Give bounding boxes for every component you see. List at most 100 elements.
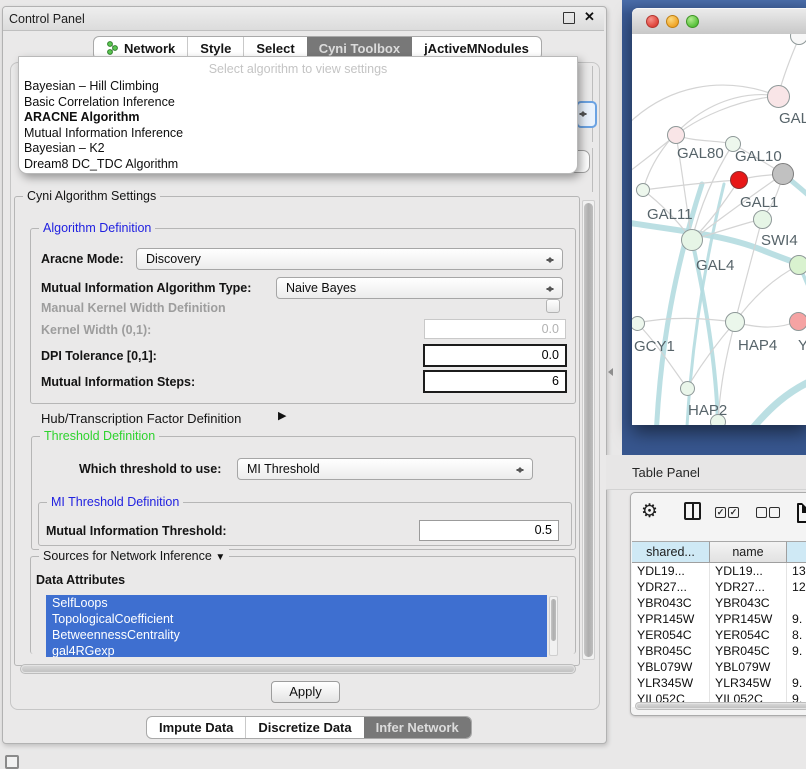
node-label: Y: [798, 337, 806, 354]
table-row[interactable]: YBR045CYBR045C9.: [632, 643, 806, 659]
dpi-tolerance-label: DPI Tolerance [0,1]:: [41, 349, 157, 363]
mi-steps-label: Mutual Information Steps:: [41, 375, 195, 389]
mi-threshold-group-title: MI Threshold Definition: [47, 495, 183, 509]
dpi-tolerance-field[interactable]: 0.0: [423, 344, 567, 367]
attribute-list-item[interactable]: gal4RGexp: [46, 643, 547, 657]
algorithm-dropdown-list: Bayesian – Hill ClimbingBasic Correlatio…: [19, 79, 577, 173]
network-node[interactable]: [681, 229, 703, 251]
apply-button[interactable]: Apply: [271, 681, 340, 703]
node-label: GAL4: [696, 257, 734, 274]
table-row[interactable]: YDR27...YDR27...12: [632, 579, 806, 595]
gear-icon[interactable]: ⚙: [641, 502, 658, 521]
kernel-width-field[interactable]: 0.0: [424, 319, 566, 339]
network-node[interactable]: [730, 171, 748, 189]
hub-definition-toggle[interactable]: Hub/Transcription Factor Definition: [41, 411, 241, 426]
algorithm-option[interactable]: Mutual Information Inference: [19, 126, 577, 142]
node-label: HAP4: [738, 337, 777, 354]
attribute-list-scrollbar[interactable]: [549, 596, 558, 656]
column-header[interactable]: name: [710, 541, 787, 563]
mi-type-combo[interactable]: Naive Bayes: [276, 277, 563, 299]
network-node[interactable]: [636, 183, 650, 197]
table-row[interactable]: YLR345WYLR345W9.: [632, 675, 806, 691]
algorithm-option[interactable]: Bayesian – K2: [19, 141, 577, 157]
splitter-collapse-icon[interactable]: [608, 368, 613, 376]
attribute-list-item[interactable]: SelfLoops: [46, 595, 547, 611]
new-table-icon[interactable]: [797, 503, 806, 523]
table-cell: YPR145W: [632, 611, 710, 627]
table-cell: 13: [787, 563, 806, 579]
dropdown-prompt: Select algorithm to view settings: [19, 60, 577, 79]
combo-arrows-icon: [546, 252, 554, 268]
manual-kernel-label: Manual Kernel Width Definition: [41, 301, 226, 315]
control-panel-title: Control Panel: [9, 12, 85, 26]
select-all-checkbox-icon[interactable]: ✓: [728, 507, 739, 518]
table-header-row: shared...nameA: [632, 541, 806, 563]
aracne-mode-combo[interactable]: Discovery: [136, 248, 563, 270]
combo-arrows-icon: [516, 462, 524, 478]
network-node[interactable]: [767, 85, 790, 108]
network-node[interactable]: [753, 210, 772, 229]
tab-label: Network: [124, 41, 175, 56]
inference-algorithm-combo-stub[interactable]: [576, 101, 597, 128]
table-row[interactable]: YPR145WYPR145W9.: [632, 611, 806, 627]
tab-impute-data[interactable]: Impute Data: [147, 717, 245, 738]
close-traffic-light-icon[interactable]: [646, 15, 659, 28]
network-node[interactable]: [789, 312, 806, 331]
algorithm-option[interactable]: Basic Correlation Inference: [19, 95, 577, 111]
select-all-checkbox-icon[interactable]: ✓: [715, 507, 726, 518]
node-label: GAL1: [740, 194, 778, 211]
network-node[interactable]: [680, 381, 695, 396]
mi-type-label: Mutual Information Algorithm Type:: [41, 281, 251, 295]
table-row[interactable]: YBL079WYBL079W: [632, 659, 806, 675]
algorithm-option[interactable]: Bayesian – Hill Climbing: [19, 79, 577, 95]
mi-steps-field[interactable]: 6: [423, 370, 567, 393]
deselect-checkbox-icon[interactable]: [756, 507, 767, 518]
table-cell: 9.: [787, 643, 806, 659]
which-threshold-combo[interactable]: MI Threshold: [237, 458, 533, 480]
manual-kernel-checkbox[interactable]: [546, 299, 560, 313]
column-header[interactable]: A: [787, 541, 806, 563]
mi-threshold-field[interactable]: 0.5: [419, 520, 559, 541]
algorithm-option[interactable]: ARACNE Algorithm: [19, 110, 577, 126]
table-panel-title: Table Panel: [632, 465, 700, 480]
table-row[interactable]: YER054CYER054C8.: [632, 627, 806, 643]
network-node[interactable]: [725, 312, 745, 332]
tab-label: Infer Network: [376, 720, 459, 735]
deselect-checkbox-icon[interactable]: [769, 507, 780, 518]
table-cell: YBR043C: [710, 595, 787, 611]
tab-infer-network[interactable]: Infer Network: [364, 717, 471, 738]
settings-horizontal-scrollbar[interactable]: [20, 664, 576, 674]
tab-discretize-data[interactable]: Discretize Data: [245, 717, 363, 738]
zoom-traffic-light-icon[interactable]: [686, 15, 699, 28]
node-label: HAP2: [688, 402, 727, 419]
minimize-traffic-light-icon[interactable]: [666, 15, 679, 28]
algorithm-option[interactable]: Dream8 DC_TDC Algorithm: [19, 157, 577, 173]
algorithm-dropdown-overlay: Select algorithm to view settings Bayesi…: [18, 56, 578, 174]
network-node[interactable]: [772, 163, 794, 185]
table-row[interactable]: YDL19...YDL19...13: [632, 563, 806, 579]
expand-arrow-icon[interactable]: ▶: [278, 409, 286, 422]
control-panel-titlebar: [3, 7, 604, 31]
network-node[interactable]: [789, 255, 806, 275]
table-horizontal-scrollbar[interactable]: [635, 702, 806, 710]
settings-vertical-scrollbar[interactable]: [582, 200, 595, 660]
attribute-list-item[interactable]: TopologicalCoefficient: [46, 611, 547, 627]
attribute-list-item[interactable]: BetweennessCentrality: [46, 627, 547, 643]
network-window-titlebar: [632, 8, 806, 35]
network-node[interactable]: [667, 126, 685, 144]
sources-group-title[interactable]: Sources for Network Inference ▼: [39, 549, 229, 563]
which-threshold-value: MI Threshold: [247, 462, 320, 476]
data-attributes-label: Data Attributes: [36, 573, 125, 587]
network-canvas[interactable]: GAL80GAL10GAL11GAL1SWI4GAL4GCY1HAP4YHAP2…: [632, 34, 806, 425]
float-window-icon[interactable]: [563, 12, 575, 24]
columns-icon[interactable]: [684, 502, 701, 520]
threshold-definition-title: Threshold Definition: [40, 429, 159, 443]
node-label: GAL: [779, 110, 806, 127]
column-header[interactable]: shared...: [632, 541, 710, 563]
table-row[interactable]: YBR043CYBR043C: [632, 595, 806, 611]
close-icon[interactable]: ✕: [584, 9, 595, 25]
network-node[interactable]: [632, 316, 645, 331]
table-cell: [787, 659, 806, 675]
dock-panel-icon[interactable]: [5, 755, 19, 769]
table-panel-card: ⚙ ✓ ✓ shared...nameA YDL19...YDL19...13Y…: [630, 492, 806, 716]
